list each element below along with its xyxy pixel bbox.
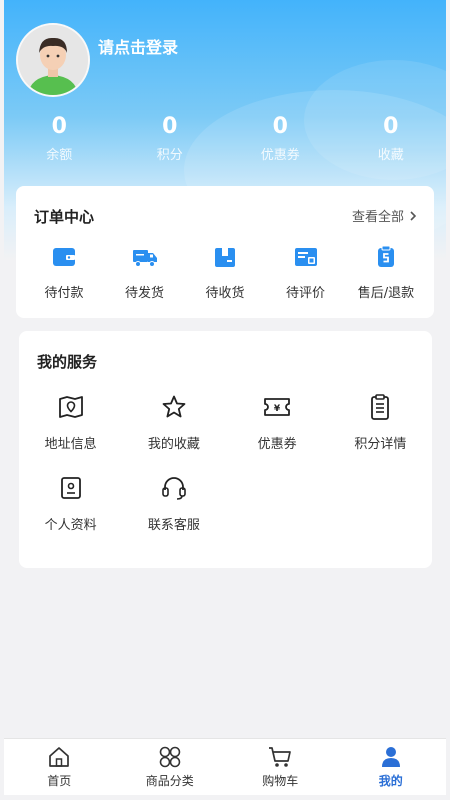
wallet-icon [53,248,75,266]
service-favorites[interactable]: 我的收藏 [122,393,225,452]
cart-icon [269,747,292,767]
map-icon [58,396,83,418]
headset-icon [162,477,186,500]
stat-value: 0 [51,114,67,139]
user-icon [381,747,400,767]
tab-home[interactable]: 首页 [4,739,115,795]
service-profile[interactable]: 个人资料 [19,474,122,533]
stat-label: 余额 [46,148,73,163]
bottom-tab-bar: 首页 商品分类 购物车 我的 [4,738,446,795]
service-label: 优惠券 [257,437,297,452]
order-item-label: 待收货 [205,286,245,301]
stat-points[interactable]: 0 积分 [115,112,226,172]
my-services-card: 我的服务 地址信息 我的收藏 ¥ 优惠券 积分详情 个人资料 联系客服 [19,331,432,568]
stat-favorites[interactable]: 0 收藏 [336,112,447,172]
stats-row: 0 余额 0 积分 0 优惠券 0 收藏 [4,112,446,172]
my-services-title: 我的服务 [37,353,98,371]
service-customer-support[interactable]: 联系客服 [122,474,225,533]
order-pending-payment[interactable]: 待付款 [24,244,104,301]
services-grid: 地址信息 我的收藏 ¥ 优惠券 积分详情 个人资料 联系客服 [19,393,432,533]
tab-label: 首页 [47,774,72,788]
service-points-details[interactable]: 积分详情 [329,393,432,452]
service-label: 积分详情 [354,437,407,452]
view-all-label: 查看全部 [351,210,404,225]
service-coupons[interactable]: ¥ 优惠券 [226,393,329,452]
order-item-label: 待发货 [124,286,164,301]
stat-coupons[interactable]: 0 优惠券 [225,112,336,172]
stat-value: 0 [272,114,288,139]
order-after-sales[interactable]: 售后/退款 [346,244,426,301]
stat-label: 收藏 [377,148,404,163]
category-icon [159,746,181,768]
order-item-label: 待付款 [44,286,84,301]
service-label: 个人资料 [44,518,97,533]
refund-icon [378,245,394,267]
order-item-label: 售后/退款 [357,286,415,301]
login-prompt[interactable]: 请点击登录 [98,34,178,58]
box-icon [215,248,235,267]
stat-label: 积分 [156,148,183,163]
order-pending-shipment[interactable]: 待发货 [105,244,185,301]
order-center-title: 订单中心 [34,208,95,226]
stat-value: 0 [162,114,178,139]
order-pending-receipt[interactable]: 待收货 [185,244,265,301]
chevron-right-icon [410,210,417,221]
view-all-orders-link[interactable]: 查看全部 [352,206,418,225]
tab-label: 购物车 [262,774,299,788]
avatar-person-icon [18,25,88,95]
tab-label: 我的 [378,774,403,788]
stat-value: 0 [383,114,399,139]
service-label: 地址信息 [44,437,97,452]
coupon-icon: ¥ [264,398,291,416]
service-label: 联系客服 [147,518,200,533]
service-address[interactable]: 地址信息 [19,393,122,452]
avatar[interactable] [16,23,90,97]
tab-cart[interactable]: 购物车 [225,739,336,795]
home-icon [49,747,70,767]
stat-label: 优惠券 [260,148,300,163]
service-label: 我的收藏 [147,437,200,452]
order-status-row: 待付款 待发货 待收货 待评价 售后/退款 [16,244,434,301]
profile-card-icon [60,477,81,499]
tab-mine[interactable]: 我的 [336,739,447,795]
order-item-label: 待评价 [285,286,325,301]
review-icon [294,248,317,266]
app-screen: 请点击登录 0 余额 0 积分 0 优惠券 0 收藏 订单中心 查看全部 待付款… [4,0,446,800]
tab-label: 商品分类 [145,774,194,788]
stat-balance[interactable]: 0 余额 [4,112,115,172]
svg-text:¥: ¥ [274,404,281,414]
star-icon [162,395,186,418]
tab-categories[interactable]: 商品分类 [115,739,226,795]
order-center-card: 订单中心 查看全部 待付款 待发货 待收货 待评价 售后/退款 [16,186,434,318]
clipboard-icon [371,394,390,420]
order-pending-review[interactable]: 待评价 [266,244,346,301]
truck-icon [132,250,157,267]
